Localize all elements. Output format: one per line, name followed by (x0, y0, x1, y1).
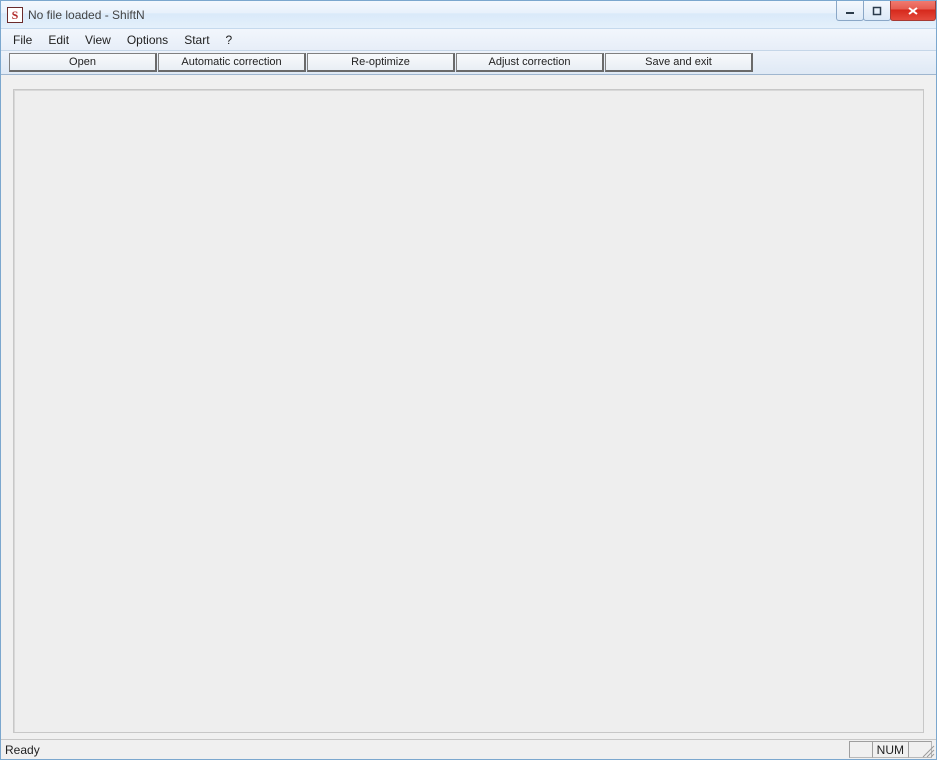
open-button[interactable]: Open (9, 53, 157, 72)
image-canvas[interactable] (13, 89, 924, 733)
app-icon[interactable]: S (7, 7, 23, 23)
app-window: S No file loaded - ShiftN File Edit View… (0, 0, 937, 760)
window-title: No file loaded - ShiftN (28, 8, 145, 22)
close-button[interactable] (890, 1, 936, 21)
adjust-correction-button[interactable]: Adjust correction (456, 53, 604, 72)
automatic-correction-button[interactable]: Automatic correction (158, 53, 306, 72)
menu-view[interactable]: View (77, 31, 119, 49)
app-icon-letter: S (12, 9, 19, 21)
minimize-icon (845, 6, 855, 16)
menu-edit[interactable]: Edit (40, 31, 77, 49)
maximize-icon (872, 6, 882, 16)
window-controls (837, 1, 936, 21)
re-optimize-button[interactable]: Re-optimize (307, 53, 455, 72)
maximize-button[interactable] (863, 1, 891, 21)
menu-help[interactable]: ? (218, 31, 241, 49)
save-and-exit-button[interactable]: Save and exit (605, 53, 753, 72)
titlebar[interactable]: S No file loaded - ShiftN (1, 1, 936, 29)
statusbar: Ready NUM (1, 739, 936, 759)
menu-file[interactable]: File (5, 31, 40, 49)
close-icon (907, 6, 919, 16)
workspace-container (1, 75, 936, 739)
menubar: File Edit View Options Start ? (1, 29, 936, 51)
toolbar: Open Automatic correction Re-optimize Ad… (1, 51, 936, 75)
resize-grip[interactable] (919, 742, 935, 758)
status-text: Ready (5, 743, 40, 757)
status-num-indicator: NUM (872, 741, 909, 758)
menu-options[interactable]: Options (119, 31, 176, 49)
menu-start[interactable]: Start (176, 31, 217, 49)
status-cell-blank1 (849, 741, 873, 758)
minimize-button[interactable] (836, 1, 864, 21)
grip-icon (919, 742, 935, 758)
